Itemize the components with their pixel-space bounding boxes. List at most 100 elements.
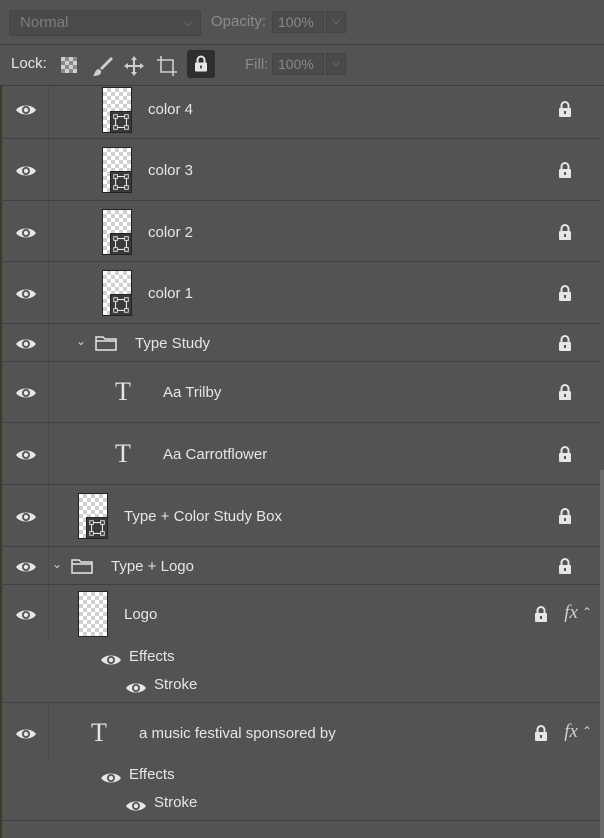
lock-icon xyxy=(558,162,572,178)
lock-icon xyxy=(558,335,572,351)
fx-icon[interactable]: fx xyxy=(564,721,578,743)
shape-layer-icon xyxy=(110,111,132,133)
lock-icon xyxy=(534,725,548,741)
eye-icon[interactable] xyxy=(15,608,37,622)
eye-icon[interactable] xyxy=(100,771,122,785)
visibility-toggle[interactable] xyxy=(0,324,49,361)
layer-thumbnail xyxy=(102,147,132,193)
stroke-effect-label[interactable]: Stroke xyxy=(154,794,197,811)
chevron-down-icon[interactable]: ⌄ xyxy=(52,557,62,571)
layer-thumbnail xyxy=(78,493,108,539)
eye-icon[interactable] xyxy=(125,681,147,695)
lock-icon xyxy=(558,558,572,574)
folder-icon xyxy=(71,558,93,574)
eye-icon[interactable] xyxy=(15,448,37,462)
lock-image-pixels-icon[interactable] xyxy=(92,55,114,77)
layer-name[interactable]: Type + Logo xyxy=(111,558,194,575)
visibility-toggle[interactable] xyxy=(0,362,49,422)
fill-label: Fill: xyxy=(245,56,269,73)
layer-row-type-color-study-box[interactable]: Type + Color Study Box xyxy=(0,485,600,547)
lock-all-button[interactable] xyxy=(187,50,215,78)
lock-icon xyxy=(194,55,208,72)
visibility-toggle[interactable] xyxy=(0,86,49,138)
effects-label[interactable]: Effects xyxy=(129,766,175,783)
visibility-toggle[interactable] xyxy=(0,703,49,761)
shape-layer-icon xyxy=(110,171,132,193)
eye-icon[interactable] xyxy=(15,510,37,524)
eye-icon[interactable] xyxy=(15,386,37,400)
layer-row-logo[interactable]: Logo fx ⌃ Effects Stroke xyxy=(0,585,600,703)
fill-field[interactable]: 100% xyxy=(272,53,324,75)
visibility-toggle[interactable] xyxy=(0,485,49,546)
layers-list: color 4 color 3 color 2 color 1 ⌄ Type S… xyxy=(0,86,604,838)
effects-label[interactable]: Effects xyxy=(129,648,175,665)
chevron-down-icon[interactable]: ⌄ xyxy=(76,334,86,348)
collapse-effects-icon[interactable]: ⌃ xyxy=(582,724,596,738)
layer-row-aa-carrotflower[interactable]: T Aa Carrotflower xyxy=(0,423,600,485)
lock-position-icon[interactable] xyxy=(123,55,145,77)
layer-name[interactable]: Logo xyxy=(124,606,157,623)
layer-row-color-3[interactable]: color 3 xyxy=(0,139,600,201)
blend-mode-value: Normal xyxy=(20,14,69,31)
type-layer-icon: T xyxy=(115,439,131,468)
collapse-effects-icon[interactable]: ⌃ xyxy=(582,605,596,619)
opacity-label: Opacity: xyxy=(211,13,267,30)
visibility-toggle[interactable] xyxy=(0,585,49,643)
opacity-field[interactable]: 100% xyxy=(272,11,324,33)
lock-icon xyxy=(558,224,572,240)
lock-options-bar: Lock: Fill: 100% ⌵ xyxy=(0,45,604,86)
layer-group-type-logo[interactable]: ⌄ Type + Logo xyxy=(0,547,600,585)
eye-icon[interactable] xyxy=(100,653,122,667)
layer-name[interactable]: color 1 xyxy=(148,285,193,302)
visibility-toggle[interactable] xyxy=(0,547,49,584)
eye-icon[interactable] xyxy=(15,226,37,240)
eye-icon[interactable] xyxy=(125,799,147,813)
layer-row-color-1[interactable]: color 1 xyxy=(0,262,600,324)
lock-icon xyxy=(558,446,572,462)
lock-artboard-icon[interactable] xyxy=(156,55,178,77)
eye-icon[interactable] xyxy=(15,103,37,117)
blend-mode-select[interactable]: Normal ⌵ xyxy=(9,10,201,36)
eye-icon[interactable] xyxy=(15,337,37,351)
lock-icon xyxy=(558,101,572,117)
fx-icon[interactable]: fx xyxy=(564,602,578,624)
eye-icon[interactable] xyxy=(15,287,37,301)
eye-icon[interactable] xyxy=(15,727,37,741)
lock-transparent-pixels-icon[interactable] xyxy=(59,55,81,77)
eye-icon[interactable] xyxy=(15,560,37,574)
stroke-effect-label[interactable]: Stroke xyxy=(154,676,197,693)
layer-name[interactable]: a music festival sponsored by xyxy=(139,725,336,742)
layer-name[interactable]: Type + Color Study Box xyxy=(124,508,282,525)
visibility-toggle[interactable] xyxy=(0,262,49,323)
layer-name[interactable]: color 2 xyxy=(148,224,193,241)
folder-icon xyxy=(95,335,117,351)
layer-row-music-festival[interactable]: T a music festival sponsored by fx ⌃ Eff… xyxy=(0,703,600,821)
layer-thumbnail xyxy=(78,591,108,637)
layer-name[interactable]: Type Study xyxy=(135,335,210,352)
fill-dropdown-button[interactable]: ⌵ xyxy=(326,53,346,75)
layer-name[interactable]: Aa Trilby xyxy=(163,384,221,401)
lock-icon xyxy=(534,606,548,622)
layer-row-aa-trilby[interactable]: T Aa Trilby xyxy=(0,362,600,423)
blend-options-bar: Normal ⌵ Opacity: 100% ⌵ xyxy=(0,0,604,45)
layer-name[interactable]: color 3 xyxy=(148,162,193,179)
type-layer-icon: T xyxy=(115,377,131,406)
visibility-toggle[interactable] xyxy=(0,139,49,200)
lock-icon xyxy=(558,285,572,301)
scrollbar[interactable] xyxy=(600,470,604,838)
shape-layer-icon xyxy=(110,233,132,255)
visibility-toggle[interactable] xyxy=(0,423,49,484)
lock-icon xyxy=(558,508,572,524)
shape-layer-icon xyxy=(110,294,132,316)
layer-name[interactable]: color 4 xyxy=(148,101,193,118)
shape-layer-icon xyxy=(86,517,108,539)
opacity-dropdown-button[interactable]: ⌵ xyxy=(326,11,346,33)
layer-row-color-4[interactable]: color 4 xyxy=(0,86,600,139)
layer-name[interactable]: Aa Carrotflower xyxy=(163,446,267,463)
layer-row-color-2[interactable]: color 2 xyxy=(0,201,600,262)
eye-icon[interactable] xyxy=(15,164,37,178)
layer-group-type-study[interactable]: ⌄ Type Study xyxy=(0,324,600,362)
lock-icon xyxy=(558,384,572,400)
visibility-toggle[interactable] xyxy=(0,201,49,261)
layer-thumbnail xyxy=(102,87,132,133)
